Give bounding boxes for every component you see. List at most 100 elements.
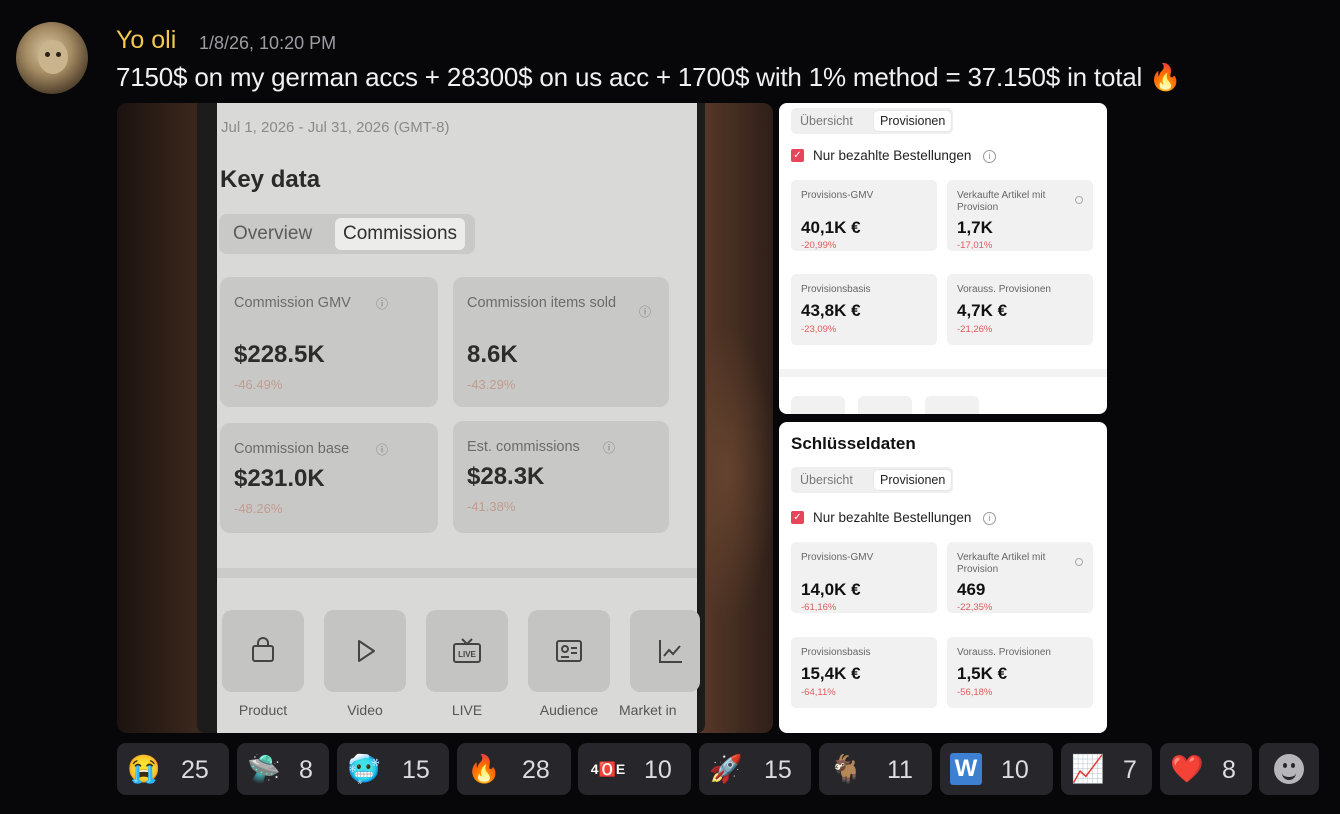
metric-change: -48.26% — [234, 501, 283, 516]
metric-change: -22,35% — [957, 602, 993, 613]
avatar-face — [38, 40, 68, 74]
metric-value: $28.3K — [467, 463, 545, 490]
tab-provisionen: Provisionen — [874, 470, 952, 490]
message-body: 7150$ on my german accs + 28300$ on us a… — [116, 62, 1143, 92]
screenshot-attachment-top[interactable]: Übersicht Provisionen ✓ Nur bezahlte Bes… — [779, 103, 1107, 414]
photo-attachment[interactable]: Jul 1, 2026 - Jul 31, 2026 (GMT-8) Key d… — [117, 103, 773, 733]
reaction-count: 15 — [402, 756, 430, 784]
loudly-crying-face-icon: 😭 — [127, 754, 161, 784]
shopping-bag-icon — [252, 637, 274, 662]
audience-tile — [528, 610, 610, 692]
fire-icon: 🔥 — [467, 754, 501, 784]
market-tile — [630, 610, 700, 692]
metric-card: Provisionsbasis 43,8K € -23,09% — [791, 274, 937, 345]
tile-label: Audience — [539, 702, 599, 718]
user-avatar[interactable] — [16, 22, 88, 94]
reaction-heart[interactable]: ❤️ 8 — [1160, 743, 1252, 795]
divider — [217, 568, 697, 578]
info-icon: ⓘ — [376, 297, 389, 311]
metric-label: Verkaufte Artikel mit Provision — [957, 190, 1046, 213]
info-icon — [1075, 558, 1083, 566]
metric-label: Commission base — [234, 441, 350, 457]
tab-switch: Übersicht Provisionen — [791, 108, 953, 134]
phone-screen: Jul 1, 2026 - Jul 31, 2026 (GMT-8) Key d… — [217, 103, 700, 733]
reaction-rocket[interactable]: 🚀 15 — [699, 743, 811, 795]
metric-value: 43,8K € — [801, 301, 861, 320]
message-text: 7150$ on my german accs + 28300$ on us a… — [116, 62, 1181, 93]
metric-change: -43.29% — [467, 377, 516, 392]
svg-text:LIVE: LIVE — [458, 650, 476, 659]
reaction-ufo[interactable]: 🛸 8 — [237, 743, 329, 795]
tab-switch: Übersicht Provisionen — [791, 467, 953, 493]
metric-label: Commission items sold — [467, 295, 617, 311]
tab-commissions: Commissions — [335, 218, 466, 250]
tile-label: Market in — [619, 702, 677, 718]
reaction-count: 10 — [1001, 756, 1029, 784]
rocket-icon: 🚀 — [709, 754, 743, 784]
reaction-goat[interactable]: 🐐 11 — [819, 743, 932, 795]
screenshot-attachment-bottom[interactable]: Schlüsseldaten Übersicht Provisionen ✓ N… — [779, 422, 1107, 733]
checkbox-icon: ✓ — [791, 511, 804, 524]
reaction-chart[interactable]: 📈 7 — [1061, 743, 1152, 795]
finger-shadow — [707, 323, 773, 623]
metric-card: Commission items sold ⓘ 8.6K -43.29% — [453, 277, 669, 407]
tab-uebersicht: Übersicht — [800, 473, 853, 487]
nav-tile-stub — [858, 396, 912, 414]
reaction-cold-face[interactable]: 🥶 15 — [337, 743, 449, 795]
tab-uebersicht: Übersicht — [800, 114, 853, 128]
metric-card: Commission GMV ⓘ $228.5K -46.49% — [220, 277, 438, 407]
info-icon — [1075, 196, 1083, 204]
photo-tab-switch: Overview Commissions — [219, 214, 475, 254]
section-heading: Schlüsseldaten — [791, 434, 916, 453]
info-icon: ⓘ — [376, 443, 389, 457]
metric-change: -46.49% — [234, 377, 283, 392]
metric-value: 15,4K € — [801, 664, 861, 683]
metric-change: -20,99% — [801, 240, 837, 251]
info-icon: i — [983, 512, 996, 525]
live-tile: LIVE — [426, 610, 508, 692]
play-icon — [358, 640, 375, 662]
reaction-custom-40e[interactable]: 4🅾️E 10 — [578, 743, 691, 795]
metric-value: 469 — [957, 580, 986, 599]
metric-label: Commission GMV — [234, 295, 351, 311]
tab-provisionen: Provisionen — [874, 111, 952, 131]
metric-value: 1,7K — [957, 218, 993, 237]
reaction-count: 15 — [764, 756, 792, 784]
avatar-eye-right — [56, 52, 61, 57]
metric-change: -64,11% — [801, 687, 836, 698]
metric-value: 8.6K — [467, 341, 518, 368]
reaction-w[interactable]: W 10 — [940, 743, 1053, 795]
add-reaction-button[interactable] — [1259, 743, 1319, 795]
metric-change: -17,01% — [957, 240, 993, 251]
metric-label: Provisions-GMV — [801, 552, 874, 563]
metric-change: -23,09% — [801, 324, 837, 335]
metric-card: Provisionsbasis 15,4K € -64,11% — [791, 637, 937, 708]
custom-40e-icon: 4🅾️E — [590, 761, 626, 777]
reaction-crying[interactable]: 😭 25 — [117, 743, 229, 795]
checkbox-label: Nur bezahlte Bestellungen — [813, 148, 972, 163]
reaction-count: 28 — [522, 756, 550, 784]
metric-card: Provisions-GMV 14,0K € -61,16% — [791, 542, 937, 613]
info-icon: ⓘ — [639, 305, 652, 319]
fire-emoji-icon: 🔥 — [1149, 62, 1182, 92]
metric-card: Verkaufte Artikel mit Provision 1,7K -17… — [947, 180, 1093, 251]
checkbox-label: Nur bezahlte Bestellungen — [813, 510, 972, 525]
tile-label: Video — [347, 702, 383, 718]
cold-face-icon: 🥶 — [347, 754, 381, 784]
metric-label: Vorauss. Provisionen — [957, 647, 1051, 658]
reaction-count: 25 — [181, 756, 209, 784]
reaction-count: 10 — [644, 756, 672, 784]
reaction-fire[interactable]: 🔥 28 — [457, 743, 571, 795]
info-icon: ⓘ — [603, 441, 616, 455]
reaction-count: 7 — [1123, 756, 1137, 784]
metric-value: 1,5K € — [957, 664, 1008, 683]
avatar-eye-left — [45, 52, 50, 57]
chart-increasing-icon: 📈 — [1071, 754, 1105, 784]
username[interactable]: Yo oli — [116, 26, 176, 55]
live-tv-icon: LIVE — [453, 638, 481, 663]
tile-label: LIVE — [451, 702, 483, 718]
divider — [779, 369, 1107, 377]
metric-label: Provisions-GMV — [801, 190, 874, 201]
metric-card: Vorauss. Provisionen 4,7K € -21,26% — [947, 274, 1093, 345]
key-data-title: Key data — [220, 166, 321, 193]
